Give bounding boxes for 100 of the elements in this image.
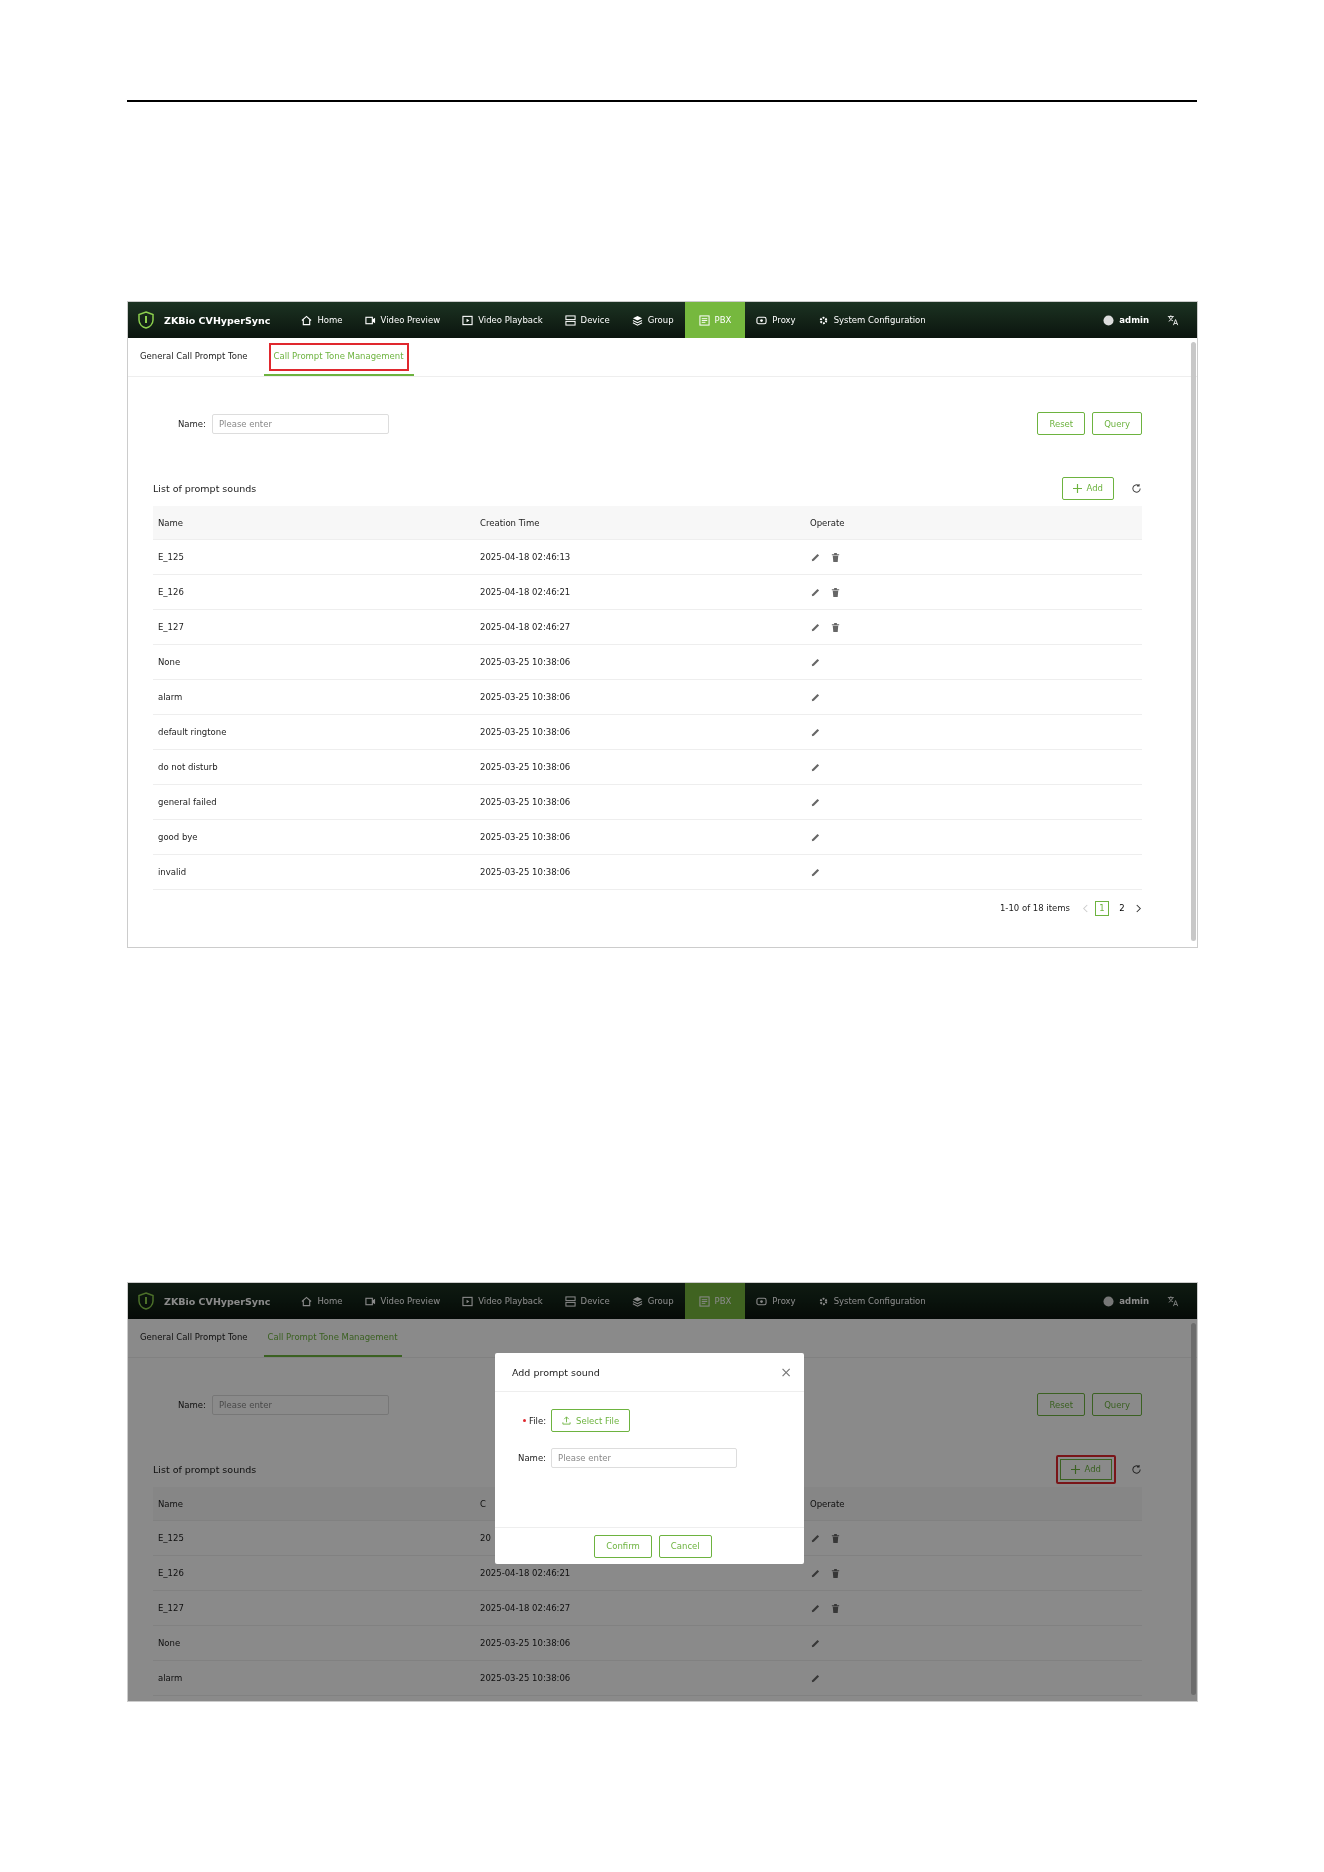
- trash-icon[interactable]: [830, 1567, 841, 1579]
- nav-tab[interactable]: Home: [290, 302, 354, 338]
- translate-icon[interactable]: [1167, 314, 1179, 326]
- tab[interactable]: General Call Prompt Tone: [136, 338, 252, 376]
- nav-tab[interactable]: Proxy: [745, 1283, 807, 1319]
- pencil-icon[interactable]: [810, 796, 821, 808]
- table-cell-text: 2025-03-25 10:38:06: [479, 657, 572, 667]
- name-label: Name:: [178, 418, 206, 429]
- monitor-icon: [756, 1295, 768, 1307]
- camera-icon: [364, 1295, 376, 1307]
- upload-icon: [562, 1416, 571, 1425]
- column-header: Name: [157, 517, 185, 528]
- table-cell-text: E_126: [157, 587, 185, 597]
- scrollbar[interactable]: [1191, 1323, 1196, 1695]
- nav-tab[interactable]: Device: [553, 302, 621, 338]
- table-cell-text: alarm: [157, 692, 184, 702]
- table-cell-text: E_127: [157, 1603, 185, 1613]
- close-button[interactable]: ×: [778, 1365, 794, 1379]
- name-label: Name:: [178, 1399, 206, 1410]
- pencil-icon[interactable]: [810, 1637, 821, 1649]
- table-cell-text: general failed: [157, 797, 218, 807]
- user-avatar-icon: [1103, 314, 1115, 326]
- nav-tab[interactable]: Video Preview: [353, 302, 452, 338]
- nav-tab[interactable]: System Configuration: [806, 1283, 937, 1319]
- table-cell-text: good bye: [157, 832, 199, 842]
- trash-icon[interactable]: [830, 1532, 841, 1544]
- column-header: C: [479, 1498, 487, 1509]
- nav-tab[interactable]: Group: [620, 1283, 685, 1319]
- nav-tab[interactable]: Video Playback: [451, 1283, 554, 1319]
- table-cell-text: E_125: [157, 1533, 185, 1543]
- nav-tab[interactable]: Video Playback: [451, 302, 554, 338]
- pagination-summary: 1-10 of 18 items: [999, 903, 1070, 913]
- table-cell-text: 2025-04-18 02:46:27: [479, 1603, 572, 1613]
- plus-icon: [1072, 483, 1082, 493]
- user-name[interactable]: admin: [1119, 1296, 1149, 1306]
- layers-icon: [631, 1295, 643, 1307]
- table-cell-text: 2025-03-25 10:38:06: [479, 797, 572, 807]
- refresh-icon[interactable]: [1131, 482, 1142, 494]
- nav-tab[interactable]: Proxy: [745, 302, 807, 338]
- table-cell-text: 2025-03-25 10:38:06: [479, 832, 572, 842]
- trash-icon[interactable]: [830, 586, 841, 598]
- table-cell-text: E_125: [157, 552, 185, 562]
- table-cell-text: 2025-03-25 10:38:06: [479, 727, 572, 737]
- pencil-icon[interactable]: [810, 1532, 821, 1544]
- play-icon: [462, 314, 474, 326]
- pencil-icon[interactable]: [810, 586, 821, 598]
- pencil-icon[interactable]: [810, 1567, 821, 1579]
- name-input-field[interactable]: Please enter: [551, 1447, 737, 1468]
- table-cell-text: None: [157, 657, 182, 667]
- brand-name: ZKBio CVHyperSync: [164, 314, 271, 326]
- required-mark-icon: [522, 1419, 526, 1422]
- table-cell-text: 2025-04-18 02:46:13: [479, 552, 572, 562]
- table-cell-text: E_127: [157, 622, 185, 632]
- pencil-icon[interactable]: [810, 866, 821, 878]
- dialog-title: Add prompt sound: [512, 1366, 600, 1378]
- table-cell-text: 2025-03-25 10:38:06: [479, 1673, 572, 1683]
- table-cell-text: 2025-03-25 10:38:06: [479, 867, 572, 877]
- user-name[interactable]: admin: [1119, 315, 1149, 325]
- pencil-icon[interactable]: [810, 726, 821, 738]
- name-input-field[interactable]: Please enter: [211, 413, 389, 434]
- pencil-icon[interactable]: [810, 761, 821, 773]
- table-cell-text: default ringtone: [157, 727, 228, 737]
- nav-tab[interactable]: Group: [620, 302, 685, 338]
- column-header: Operate: [809, 517, 846, 528]
- pencil-icon[interactable]: [810, 551, 821, 563]
- trash-icon[interactable]: [830, 621, 841, 633]
- name-input-field[interactable]: Please enter: [211, 1394, 389, 1415]
- pencil-icon[interactable]: [810, 1602, 821, 1614]
- pencil-icon[interactable]: [810, 1672, 821, 1684]
- scrollbar[interactable]: [1191, 342, 1196, 941]
- table-cell-text: 2025-03-25 10:38:06: [479, 692, 572, 702]
- nav-tab[interactable]: Video Preview: [353, 1283, 452, 1319]
- refresh-icon[interactable]: [1131, 1463, 1142, 1475]
- table-cell-text: invalid: [157, 867, 188, 877]
- table-cell-text: 2025-04-18 02:46:21: [479, 1568, 572, 1578]
- table-cell-text: do not disturb: [157, 762, 219, 772]
- nav-tab[interactable]: Device: [553, 1283, 621, 1319]
- house-icon: [301, 314, 313, 326]
- field-label: Name:: [518, 1452, 546, 1463]
- device-icon: [564, 1295, 576, 1307]
- pencil-icon[interactable]: [810, 831, 821, 843]
- pencil-icon[interactable]: [810, 656, 821, 668]
- trash-icon[interactable]: [830, 1602, 841, 1614]
- shield-logo-icon: [138, 311, 154, 329]
- trash-icon[interactable]: [830, 551, 841, 563]
- table-cell-text: alarm: [157, 1673, 184, 1683]
- pencil-icon[interactable]: [810, 691, 821, 703]
- pencil-icon[interactable]: [810, 621, 821, 633]
- table-cell-text: E_126: [157, 1568, 185, 1578]
- next-page-icon[interactable]: [1135, 903, 1142, 913]
- table-cell-text: 2025-03-25 10:38:06: [479, 762, 572, 772]
- column-header: Operate: [809, 1498, 846, 1509]
- nav-tab[interactable]: System Configuration: [806, 302, 937, 338]
- nav-tab[interactable]: Home: [290, 1283, 354, 1319]
- tab[interactable]: General Call Prompt Tone: [136, 1319, 252, 1357]
- brand-name: ZKBio CVHyperSync: [164, 1295, 271, 1307]
- table-cell-text: None: [157, 1638, 182, 1648]
- plus-icon: [1070, 1464, 1080, 1474]
- table-cell-text: 2025-04-18 02:46:27: [479, 622, 572, 632]
- column-header: Creation Time: [479, 517, 541, 528]
